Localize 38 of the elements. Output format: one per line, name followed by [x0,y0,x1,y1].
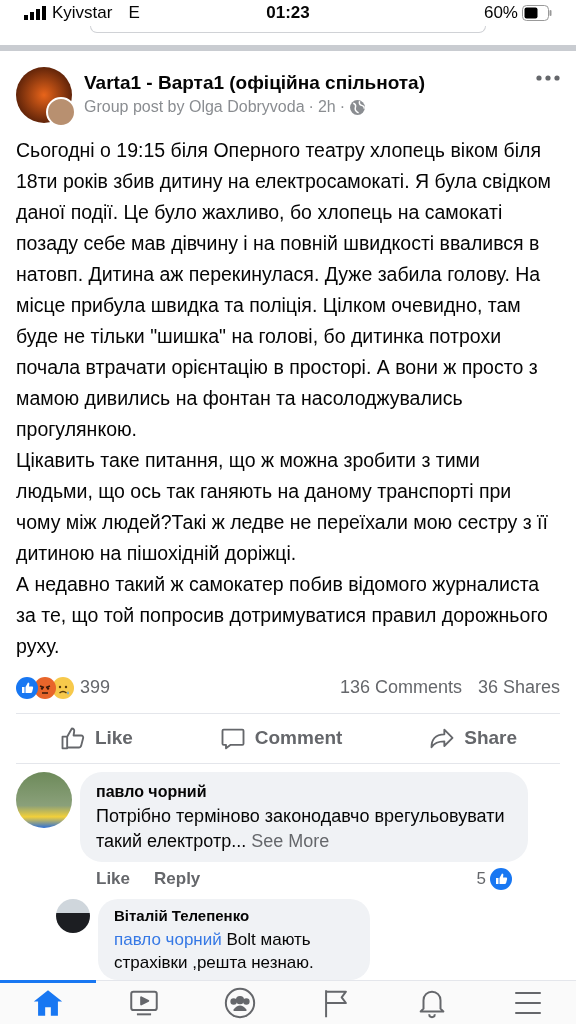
network-type: E [128,2,140,24]
comment-like-count: 5 [476,867,486,890]
post-text: Цікавить таке питання, що ж можна зробити з тими людьми, що ось так ганяють на даному транспорті при чому між людей?Такі ж ледве не переїхали мою сестру з її дитиною на пішохідній доріжці. [16,448,549,567]
comment-like-link[interactable]: Like [96,865,131,892]
angry-reaction-icon [34,676,56,699]
mention-link[interactable]: павло чорний [114,927,222,951]
comment-reply-link[interactable]: Reply [154,865,201,892]
reply-text: павло чорний Bolt мають страхівки ,решта незнаю. [114,927,315,974]
comment-author[interactable]: павло чорний [96,779,512,804]
like-reaction-icon [16,676,38,699]
comment-count[interactable]: 136 Comments [339,674,462,702]
clock-time: 01:23 [266,2,310,24]
reaction-count[interactable]: 399 [80,674,111,702]
separator-dot: · [339,97,345,118]
comment-button[interactable]: Comment [206,720,355,757]
more-options-icon[interactable] [536,75,560,82]
globe-icon [349,98,366,116]
like-button[interactable]: Like [46,720,145,757]
see-more-link[interactable]: See More [251,828,330,854]
post-text: Сьогодні о 19:15 біля Оперного театру хлопець віком біля 18ти років збив дитину на електросамокаті. Я була свідком даної події. Це було жахливо, бо хлопець на самокаті позаду себе мав дівчину і на повній швидкості ввалився в натовп. Дитина аж перекинулася. Дуже забила голову. На місце прибула швидка та поліція. Цілком очевидно, там буде не тільки "шишка" на голові, бо дитинка потрохи почала втрачати орієнтацію в просторі. А вони ж просто з мамою дивились на фонтан та насолоджувались прогулянкою. [16,138,553,443]
like-reaction-icon [490,867,512,890]
separator-dot: · [308,97,314,118]
battery-icon [522,4,552,21]
group-name[interactable]: Varta1 - Варта1 (офіційна спільнота) [84,71,524,96]
sad-reaction-icon [52,676,74,699]
post-byline[interactable]: Group post by Olga Dobryvoda [84,95,305,120]
signal-icon [24,5,48,20]
replier-avatar[interactable] [56,899,90,934]
share-button[interactable]: Share [416,720,530,757]
group-avatar[interactable] [16,67,72,124]
post-text: А недавно такий ж самокатер побив відомого журналиста за те, що той попросив дотримуватися правил дорожнього руху. [16,572,549,660]
carrier-name: Kyivstar [52,2,113,24]
reply-author[interactable]: Віталій Телепенко [114,905,354,928]
share-count[interactable]: 36 Shares [477,674,560,702]
battery-percent: 60% [483,2,518,24]
comment-text: Потрібно терміново законодавчо врегульовувати такий електротр... See More [96,803,512,854]
post-time[interactable]: 2h [317,95,336,120]
groups-icon [223,986,257,1021]
